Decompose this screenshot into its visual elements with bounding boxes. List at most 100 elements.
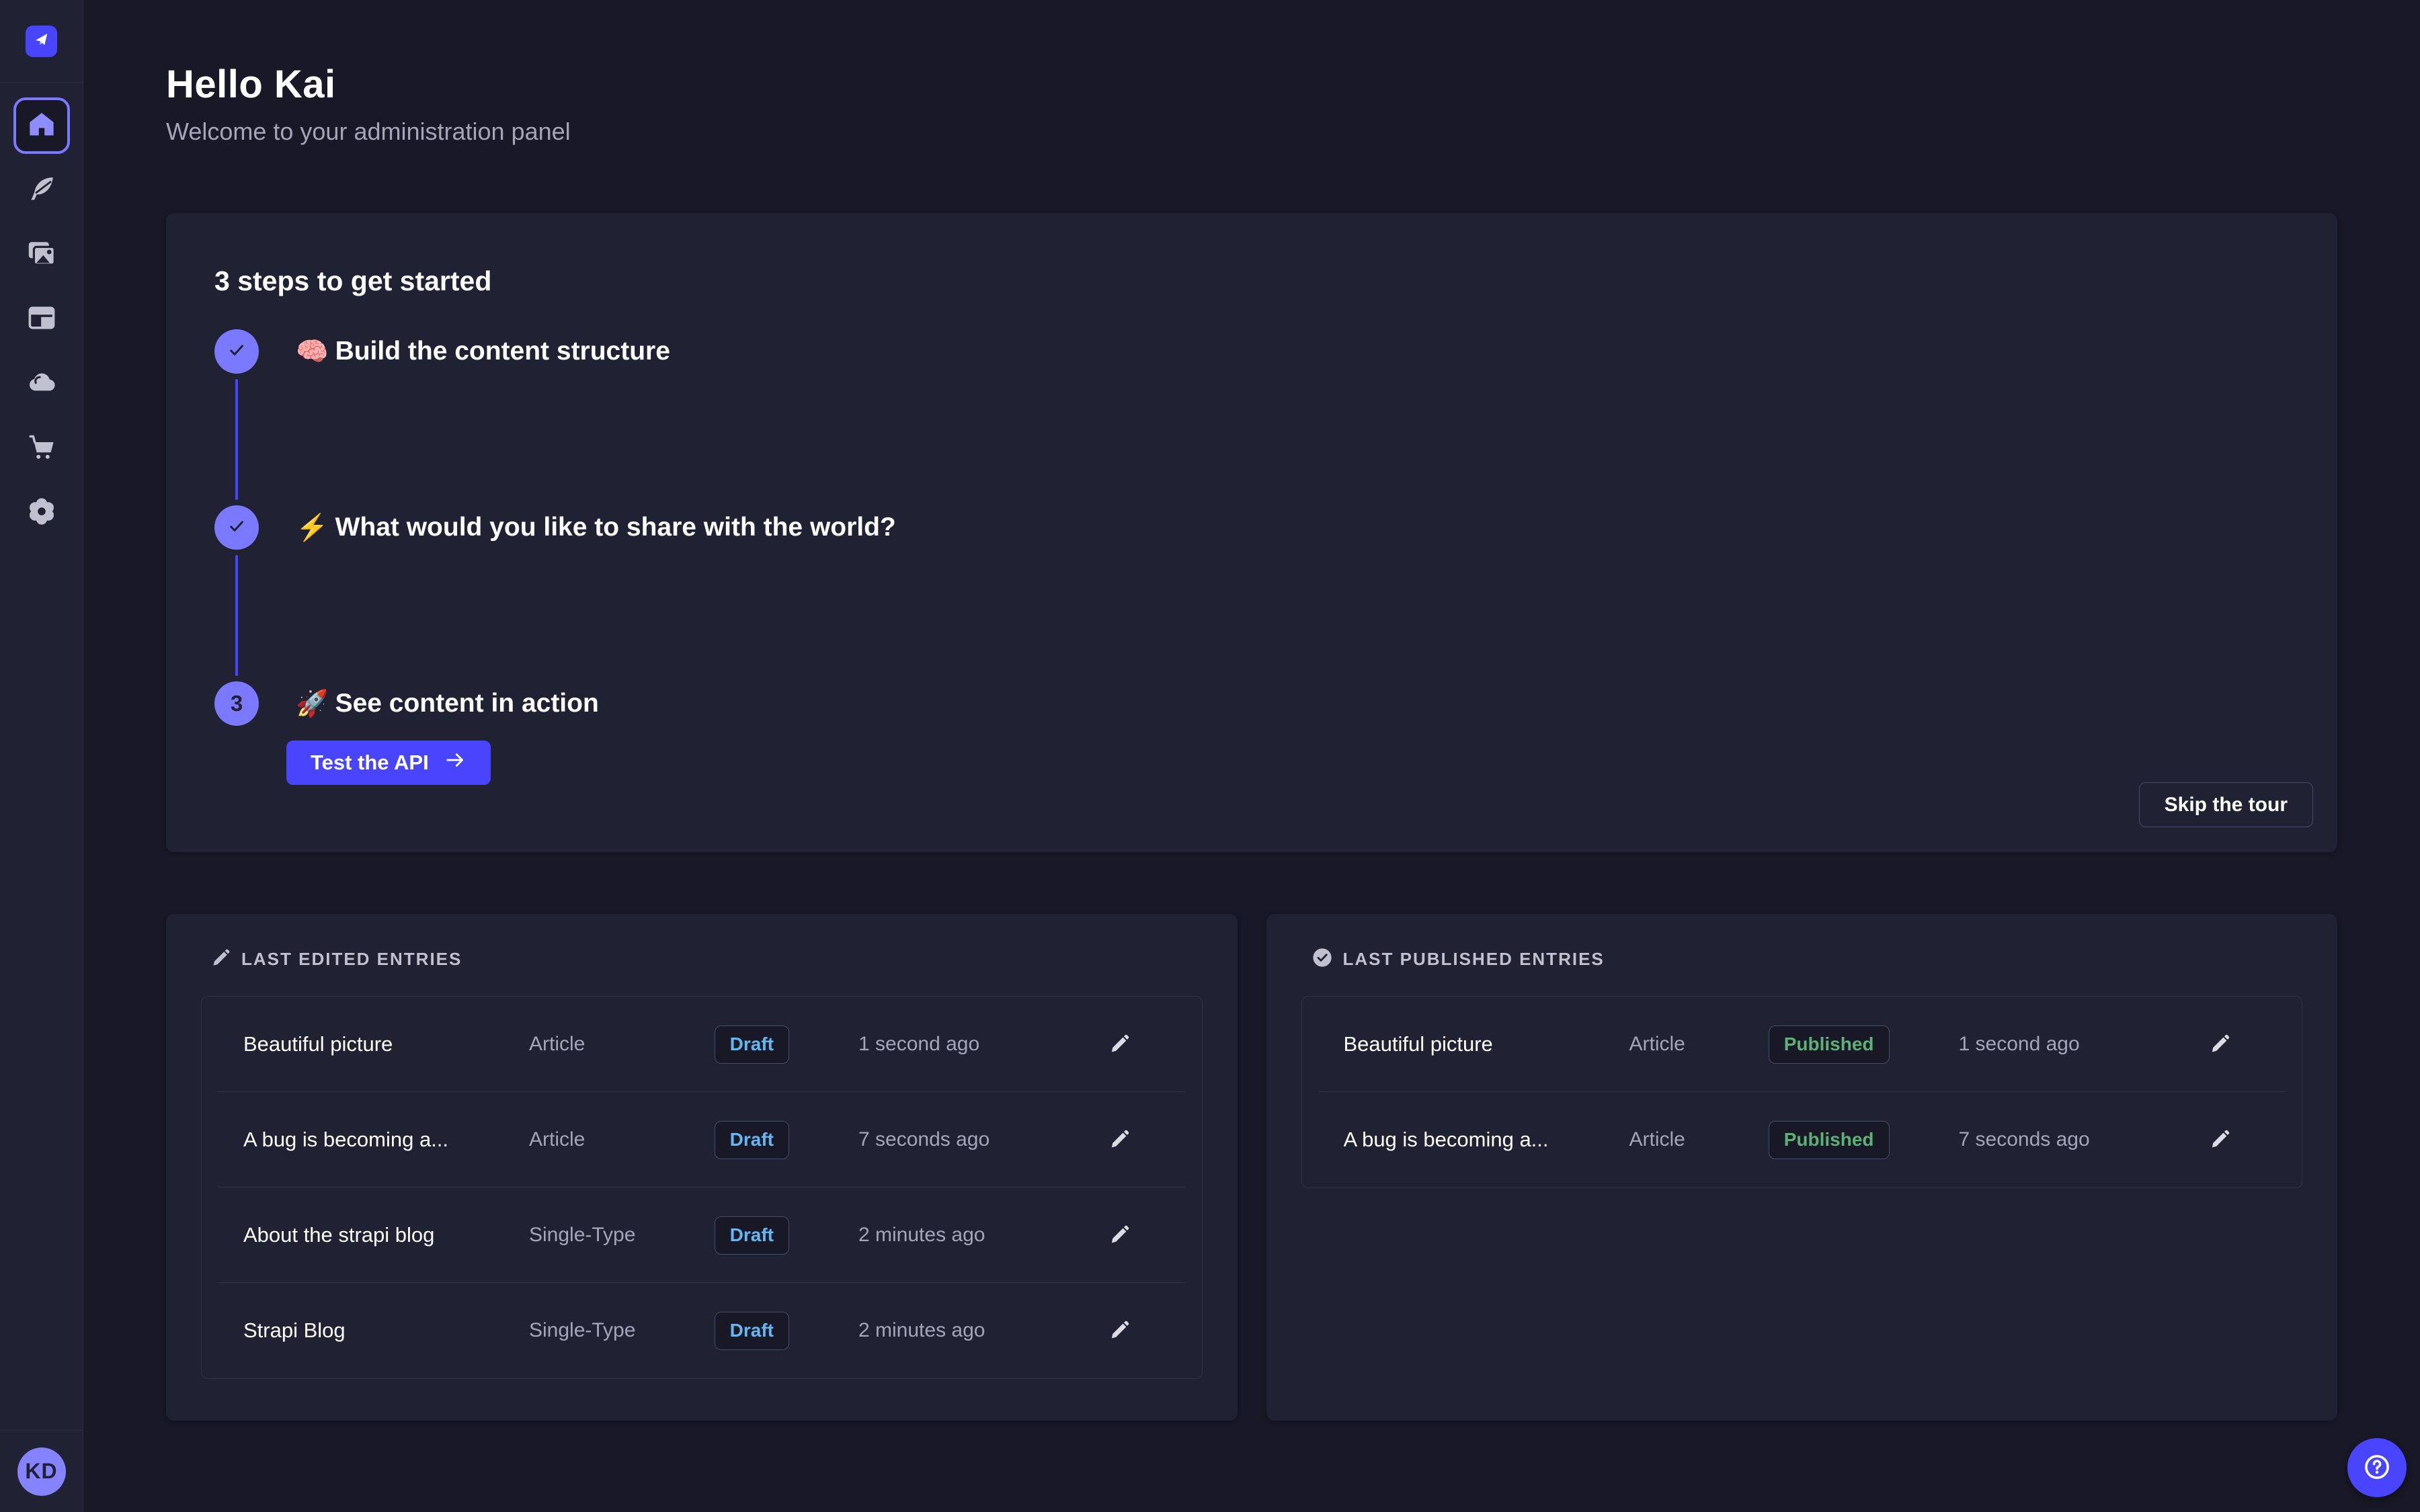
entry-title: Strapi Blog <box>243 1318 529 1343</box>
step-1-label: 🧠 Build the content structure <box>296 336 670 367</box>
user-avatar[interactable]: KD <box>17 1447 66 1496</box>
entry-title: A bug is becoming a... <box>243 1128 529 1152</box>
entry-title: Beautiful picture <box>1344 1032 1629 1056</box>
sidebar: KD <box>0 0 83 1512</box>
pencil-icon <box>2209 1128 2232 1152</box>
check-icon <box>225 338 249 366</box>
last-published-title: LAST PUBLISHED ENTRIES <box>1343 949 1605 970</box>
step-connector <box>235 555 238 676</box>
onboarding-step-2: ⚡ What would you like to share with the … <box>214 505 2313 550</box>
status-badge: Draft <box>715 1312 789 1350</box>
pencil-icon <box>2209 1032 2232 1057</box>
onboarding-step-3: 3 🚀 See content in action <box>214 681 2313 726</box>
step-2-status <box>214 505 259 550</box>
step-2-label: ⚡ What would you like to share with the … <box>296 512 896 543</box>
entry-type: Article <box>529 1128 717 1151</box>
media-library-icon <box>26 237 58 273</box>
question-circle-icon <box>2362 1452 2392 1484</box>
last-published-card: LAST PUBLISHED ENTRIES Beautiful picture… <box>1266 914 2338 1421</box>
edit-entry-button[interactable] <box>2204 1028 2236 1060</box>
edit-entry-button[interactable] <box>1104 1124 1136 1156</box>
last-published-header: LAST PUBLISHED ENTRIES <box>1311 946 2303 972</box>
table-row[interactable]: A bug is becoming a... Article Published… <box>1302 1092 2302 1187</box>
entry-time: 1 second ago <box>858 1033 1104 1056</box>
cart-icon <box>26 431 58 466</box>
onboarding-step-1: 🧠 Build the content structure <box>214 329 2313 374</box>
entry-type: Single-Type <box>529 1224 717 1247</box>
entry-type: Article <box>529 1033 717 1056</box>
sidebar-item-content-manager[interactable] <box>13 162 70 218</box>
entry-time: 1 second ago <box>1959 1033 2204 1056</box>
check-circle-icon <box>1311 946 1334 972</box>
sidebar-nav <box>0 93 83 545</box>
workspace-logo-area <box>0 0 83 83</box>
gear-icon <box>26 495 58 531</box>
status-badge: Draft <box>715 1121 789 1159</box>
entry-type: Single-Type <box>529 1319 717 1342</box>
onboarding-title: 3 steps to get started <box>214 265 2313 297</box>
entry-time: 2 minutes ago <box>858 1224 1104 1247</box>
strapi-admin-homepage: { "colors": { "background": "#181826", "… <box>0 0 2420 1512</box>
sidebar-item-media-library[interactable] <box>13 226 70 283</box>
arrow-right-icon <box>444 749 467 777</box>
status-badge: Published <box>1769 1121 1890 1159</box>
sidebar-footer: KD <box>0 1430 83 1512</box>
strapi-logo[interactable] <box>26 26 57 57</box>
edit-entry-button[interactable] <box>1104 1028 1136 1060</box>
layout-icon <box>26 302 58 337</box>
status-badge: Draft <box>715 1025 789 1064</box>
status-badge: Draft <box>715 1216 789 1255</box>
pencil-icon <box>1108 1128 1131 1152</box>
entry-time: 2 minutes ago <box>858 1319 1104 1342</box>
table-row[interactable]: Beautiful picture Article Draft 1 second… <box>202 997 1202 1092</box>
status-badge: Published <box>1769 1025 1890 1064</box>
step-3-number: 3 <box>231 691 243 716</box>
edit-entry-button[interactable] <box>1104 1314 1136 1347</box>
step-3-label: 🚀 See content in action <box>296 688 599 719</box>
page-subtitle: Welcome to your administration panel <box>166 118 2337 146</box>
check-icon <box>225 514 249 542</box>
feather-icon <box>26 173 58 208</box>
table-row[interactable]: Beautiful picture Article Published 1 se… <box>1302 997 2302 1092</box>
lightning-emoji: ⚡ <box>296 512 329 543</box>
edit-entry-button[interactable] <box>1104 1219 1136 1251</box>
page-title: Hello Kai <box>166 62 2337 107</box>
last-edited-card: LAST EDITED ENTRIES Beautiful picture Ar… <box>166 914 1238 1421</box>
brain-emoji: 🧠 <box>296 336 329 367</box>
sidebar-item-cloud[interactable] <box>13 355 70 412</box>
test-api-button[interactable]: Test the API <box>286 741 491 785</box>
entry-time: 7 seconds ago <box>1959 1128 2204 1151</box>
last-edited-header: LAST EDITED ENTRIES <box>210 946 1203 972</box>
table-row[interactable]: Strapi Blog Single-Type Draft 2 minutes … <box>202 1283 1202 1378</box>
sidebar-item-content-type-builder[interactable] <box>13 291 70 347</box>
edit-entry-button[interactable] <box>2204 1124 2236 1156</box>
home-icon <box>26 109 57 143</box>
main-content: Hello Kai Welcome to your administration… <box>84 0 2420 1421</box>
rocket-emoji: 🚀 <box>296 688 329 719</box>
table-row[interactable]: A bug is becoming a... Article Draft 7 s… <box>202 1092 1202 1187</box>
entry-title: A bug is becoming a... <box>1344 1128 1629 1152</box>
last-edited-table: Beautiful picture Article Draft 1 second… <box>201 996 1203 1379</box>
step-3-status: 3 <box>214 681 259 726</box>
entry-time: 7 seconds ago <box>858 1128 1104 1151</box>
table-row[interactable]: About the strapi blog Single-Type Draft … <box>202 1187 1202 1283</box>
onboarding-card: 3 steps to get started 🧠 Build the conte… <box>166 213 2337 852</box>
sidebar-item-home[interactable] <box>13 97 70 154</box>
step-1-status <box>214 329 259 374</box>
entry-title: Beautiful picture <box>243 1032 529 1056</box>
pencil-icon <box>1108 1318 1131 1343</box>
sidebar-item-settings[interactable] <box>13 485 70 541</box>
pencil-icon <box>1108 1223 1131 1248</box>
cloud-icon <box>26 366 58 402</box>
last-edited-title: LAST EDITED ENTRIES <box>241 949 462 970</box>
entries-section: LAST EDITED ENTRIES Beautiful picture Ar… <box>166 914 2337 1421</box>
strapi-logo-icon <box>32 30 50 52</box>
sidebar-item-marketplace[interactable] <box>13 420 70 476</box>
step-connector <box>235 379 238 500</box>
pencil-icon <box>210 947 232 972</box>
skip-tour-button[interactable]: Skip the tour <box>2139 782 2313 827</box>
last-published-table: Beautiful picture Article Published 1 se… <box>1301 996 2303 1188</box>
help-button[interactable] <box>2347 1438 2407 1497</box>
entry-title: About the strapi blog <box>243 1223 529 1247</box>
pencil-icon <box>1108 1032 1131 1057</box>
